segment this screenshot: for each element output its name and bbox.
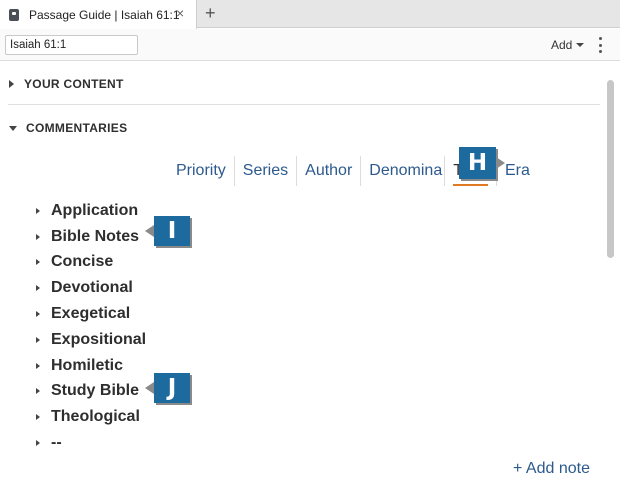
add-note-link[interactable]: + Add note: [513, 460, 590, 478]
scrollbar-thumb[interactable]: [607, 80, 614, 258]
expand-arrow-icon: [36, 259, 40, 266]
tab-title: Passage Guide | Isaiah 61:1: [29, 7, 180, 22]
expand-arrow-icon: [36, 388, 40, 395]
list-item[interactable]: --: [36, 430, 146, 456]
list-item[interactable]: Study Bible: [36, 379, 146, 405]
list-item[interactable]: Application: [36, 198, 146, 224]
expand-arrow-icon: [36, 336, 40, 343]
add-menu-button[interactable]: Add: [551, 38, 585, 52]
expand-arrow-icon: [36, 362, 40, 369]
callout-h: H: [459, 147, 496, 179]
tab-passage-guide[interactable]: Passage Guide | Isaiah 61:1 ×: [0, 0, 197, 29]
section-your-content[interactable]: YOUR CONTENT: [9, 77, 124, 91]
callout-h-pointer: [496, 157, 505, 169]
add-tab-icon[interactable]: +: [205, 3, 216, 23]
kebab-icon[interactable]: [599, 37, 603, 53]
callout-j: J: [154, 373, 190, 403]
document-icon: [9, 8, 19, 21]
reference-input[interactable]: [5, 35, 138, 55]
toolbar: Add: [0, 29, 620, 61]
sort-priority[interactable]: Priority: [168, 156, 235, 186]
collapse-arrow-icon: [9, 125, 17, 131]
list-item[interactable]: Devotional: [36, 275, 146, 301]
list-item[interactable]: Homiletic: [36, 353, 146, 379]
list-item-label: Application: [51, 201, 139, 219]
list-item-label: Bible Notes: [51, 227, 140, 245]
sort-author[interactable]: Author: [297, 156, 362, 186]
expand-arrow-icon: [36, 233, 40, 240]
list-item[interactable]: Concise: [36, 250, 146, 276]
commentary-type-list: Application Bible Notes Concise Devotion…: [36, 198, 146, 456]
section-your-content-label: YOUR CONTENT: [24, 77, 124, 91]
list-item-label: Homiletic: [51, 356, 124, 374]
list-item-label: Exegetical: [51, 305, 131, 323]
expand-arrow-icon: [36, 440, 40, 447]
close-icon[interactable]: ×: [176, 6, 184, 20]
list-item[interactable]: Exegetical: [36, 301, 146, 327]
list-item[interactable]: Expositional: [36, 327, 146, 353]
expand-arrow-icon: [36, 311, 40, 318]
sort-denomination[interactable]: Denomina: [361, 156, 446, 186]
callout-j-pointer: [145, 382, 154, 394]
list-item-label: Study Bible: [51, 382, 140, 400]
list-item[interactable]: Theological: [36, 404, 146, 430]
sort-series[interactable]: Series: [235, 156, 298, 186]
list-item-label: Theological: [51, 408, 140, 426]
section-commentaries[interactable]: COMMENTARIES: [9, 121, 127, 135]
add-menu-label: Add: [551, 38, 573, 52]
expand-arrow-icon: [36, 414, 40, 421]
list-item-label: Concise: [51, 253, 114, 271]
expand-arrow-icon: [36, 285, 40, 292]
list-item-label: --: [51, 434, 62, 452]
chevron-down-icon: [576, 43, 585, 47]
callout-i-pointer: [145, 225, 154, 237]
section-divider: [8, 104, 600, 105]
tab-bar: Passage Guide | Isaiah 61:1 × +: [0, 0, 620, 29]
callout-i: I: [154, 216, 190, 246]
list-item-label: Expositional: [51, 330, 147, 348]
expand-arrow-icon: [9, 80, 14, 88]
list-item-label: Devotional: [51, 279, 133, 297]
list-item[interactable]: Bible Notes: [36, 224, 146, 250]
expand-arrow-icon: [36, 207, 40, 214]
section-commentaries-label: COMMENTARIES: [26, 121, 128, 135]
